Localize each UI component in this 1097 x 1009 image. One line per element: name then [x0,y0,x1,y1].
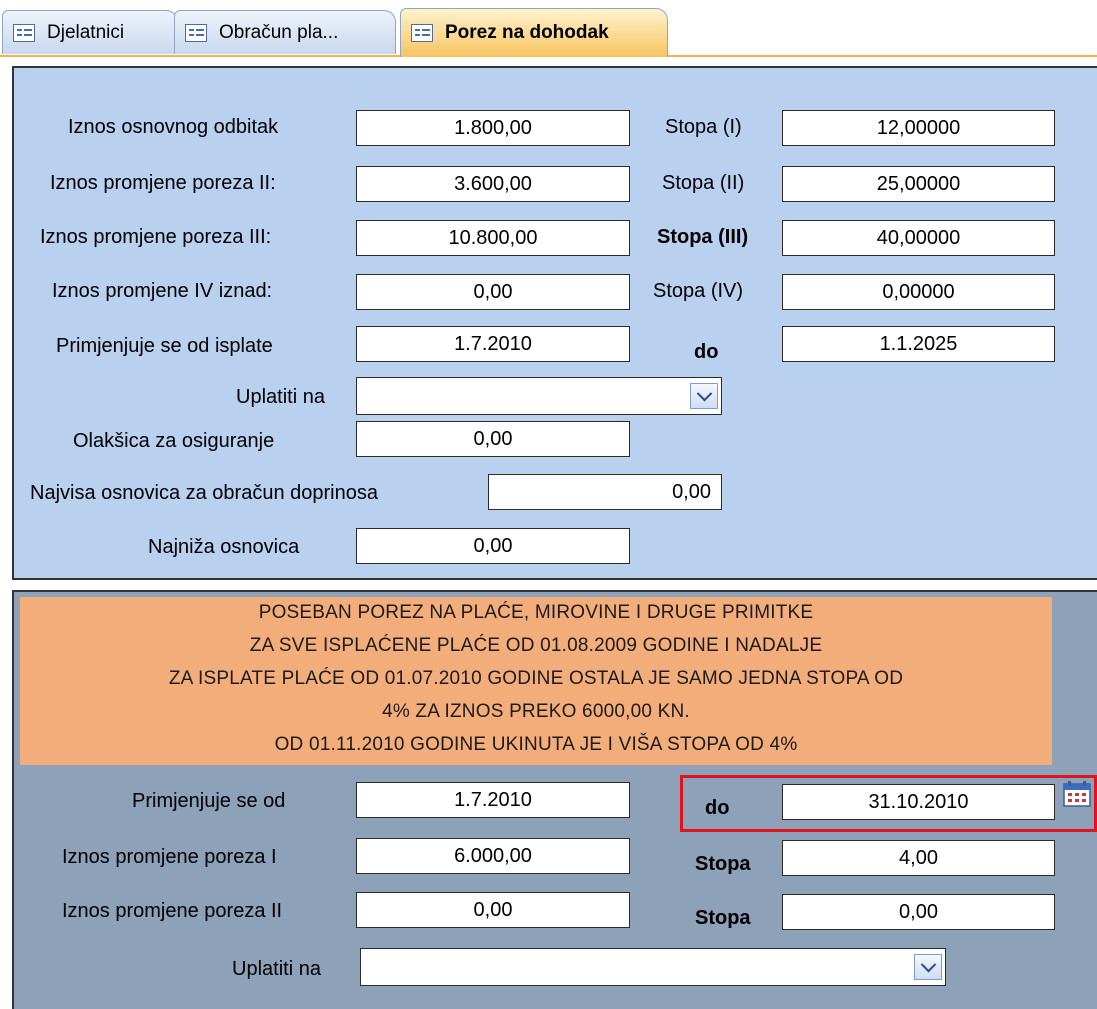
chevron-down-icon [920,956,936,972]
pay-to-label: Uplatiti na [236,386,325,408]
lower-applies-from-label: Primjenjuje se od [132,790,286,812]
form-icon [185,23,207,42]
rate-3-label: Stopa (III) [657,226,749,248]
tab-label: Porez na dohodak [445,22,609,43]
rate-1-field[interactable]: 12,00000 [782,110,1055,146]
rate-3-field[interactable]: 40,00000 [782,220,1055,256]
lower-rate-2-label: Stopa [695,907,751,929]
tax-change-3-label: Iznos promjene poreza III: [40,226,272,248]
lower-pay-to-combo[interactable] [360,948,946,986]
tax-change-2-label: Iznos promjene poreza II: [50,172,276,194]
basic-deduction-label: Iznos osnovnog odbitak [68,116,279,138]
max-base-label: Najvisa osnovica za obračun doprinosa [30,482,378,504]
notice-line: OD 01.11.2010 GODINE UKINUTA JE I VIŠA S… [274,734,798,755]
tab-djelatnici[interactable]: Djelatnici [2,10,178,54]
tab-obracun-placa[interactable]: Obračun pla... [174,10,396,54]
pay-to-combo[interactable] [356,377,722,415]
insurance-relief-field[interactable]: 0,00 [356,421,630,457]
tab-porez-na-dohodak[interactable]: Porez na dohodak [400,8,668,57]
notice-line: ZA SVE ISPLAĆENE PLAĆE OD 01.08.2009 GOD… [249,635,823,656]
lower-change-2-field[interactable]: 0,00 [356,892,630,928]
lower-applies-from-field[interactable]: 1.7.2010 [356,782,630,818]
dropdown-button[interactable] [914,954,942,980]
lower-change-1-label: Iznos promjene poreza I [62,846,277,868]
applies-from-label: Primjenjuje se od isplate [56,335,273,357]
insurance-relief-label: Olakšica za osiguranje [73,430,275,452]
applies-from-field[interactable]: 1.7.2010 [356,326,630,362]
min-base-label: Najniža osnovica [148,536,300,558]
tab-label: Obračun pla... [219,21,339,43]
dropdown-button[interactable] [690,383,718,409]
notice-line: POSEBAN POREZ NA PLAĆE, MIROVINE I DRUGE… [258,602,814,623]
rate-2-label: Stopa (II) [662,172,745,194]
applies-to-label: do [694,341,719,363]
rate-4-field[interactable]: 0,00000 [782,274,1055,310]
form-icon [13,23,35,42]
notice-line: 4% ZA IZNOS PREKO 6000,00 KN. [382,701,690,722]
lower-pay-to-label: Uplatiti na [232,958,321,980]
rate-2-field[interactable]: 25,00000 [782,166,1055,202]
rate-4-label: Stopa (IV) [653,280,744,302]
lower-rate-2-field[interactable]: 0,00 [782,894,1055,930]
tab-label: Djelatnici [47,21,125,43]
highlight-box [680,775,1097,832]
max-base-field[interactable]: 0,00 [488,474,722,510]
calendar-icon[interactable] [1063,781,1091,807]
tax-change-2-field[interactable]: 3.600,00 [356,166,630,202]
tax-change-4-label: Iznos promjene IV iznad: [52,280,273,302]
tab-bar: Djelatnici Obračun pla... Porez na dohod… [0,0,1097,57]
basic-deduction-field[interactable]: 1.800,00 [356,110,630,146]
tax-change-3-field[interactable]: 10.800,00 [356,220,630,256]
form-icon [411,24,433,42]
chevron-down-icon [696,385,712,401]
rate-1-label: Stopa (I) [665,116,742,138]
lower-change-2-label: Iznos promjene poreza II [62,900,283,922]
applies-to-field[interactable]: 1.1.2025 [782,326,1055,362]
notice-line: ZA ISPLATE PLAĆE OD 01.07.2010 GODINE OS… [168,668,904,689]
lower-change-1-field[interactable]: 6.000,00 [356,838,630,874]
tax-change-4-field[interactable]: 0,00 [356,274,630,310]
lower-rate-1-field[interactable]: 4,00 [782,840,1055,876]
lower-rate-1-label: Stopa [695,853,751,875]
min-base-field[interactable]: 0,00 [356,528,630,564]
